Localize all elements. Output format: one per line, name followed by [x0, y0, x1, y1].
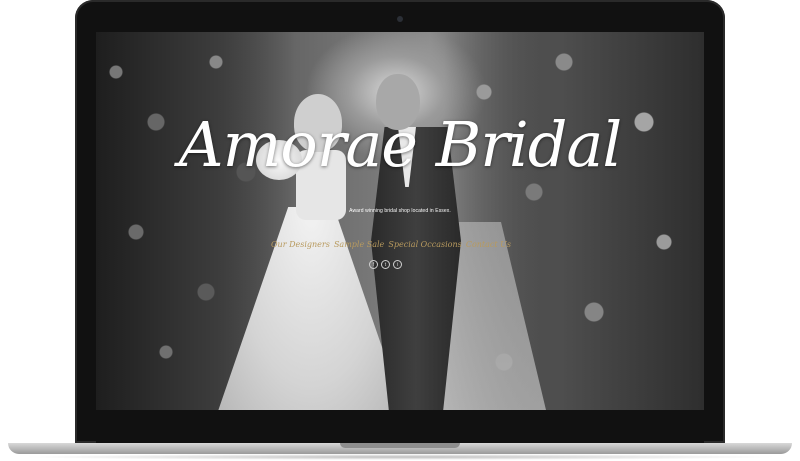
laptop-shadow — [20, 454, 780, 460]
main-nav: Our Designers Sample Sale Special Occasi… — [271, 240, 511, 249]
screen-bezel-bottom — [96, 410, 704, 443]
laptop-base-notch — [340, 443, 460, 448]
nav-our-designers[interactable]: Our Designers — [271, 240, 330, 249]
twitter-icon[interactable]: t — [381, 260, 390, 269]
social-links: f t i — [369, 260, 402, 269]
brand-logo-text[interactable]: Amorae Bridal — [96, 114, 704, 176]
nav-contact-us[interactable]: Contact Us — [466, 240, 511, 249]
website-screen: Amorae Bridal Award winning bridal shop … — [96, 32, 704, 410]
facebook-icon[interactable]: f — [369, 260, 378, 269]
nav-special-occasions[interactable]: Special Occasions — [388, 240, 461, 249]
site-tagline: Award winning bridal shop located in Ess… — [349, 208, 451, 214]
camera-icon — [397, 16, 403, 22]
nav-sample-sale[interactable]: Sample Sale — [334, 240, 384, 249]
instagram-icon[interactable]: i — [393, 260, 402, 269]
